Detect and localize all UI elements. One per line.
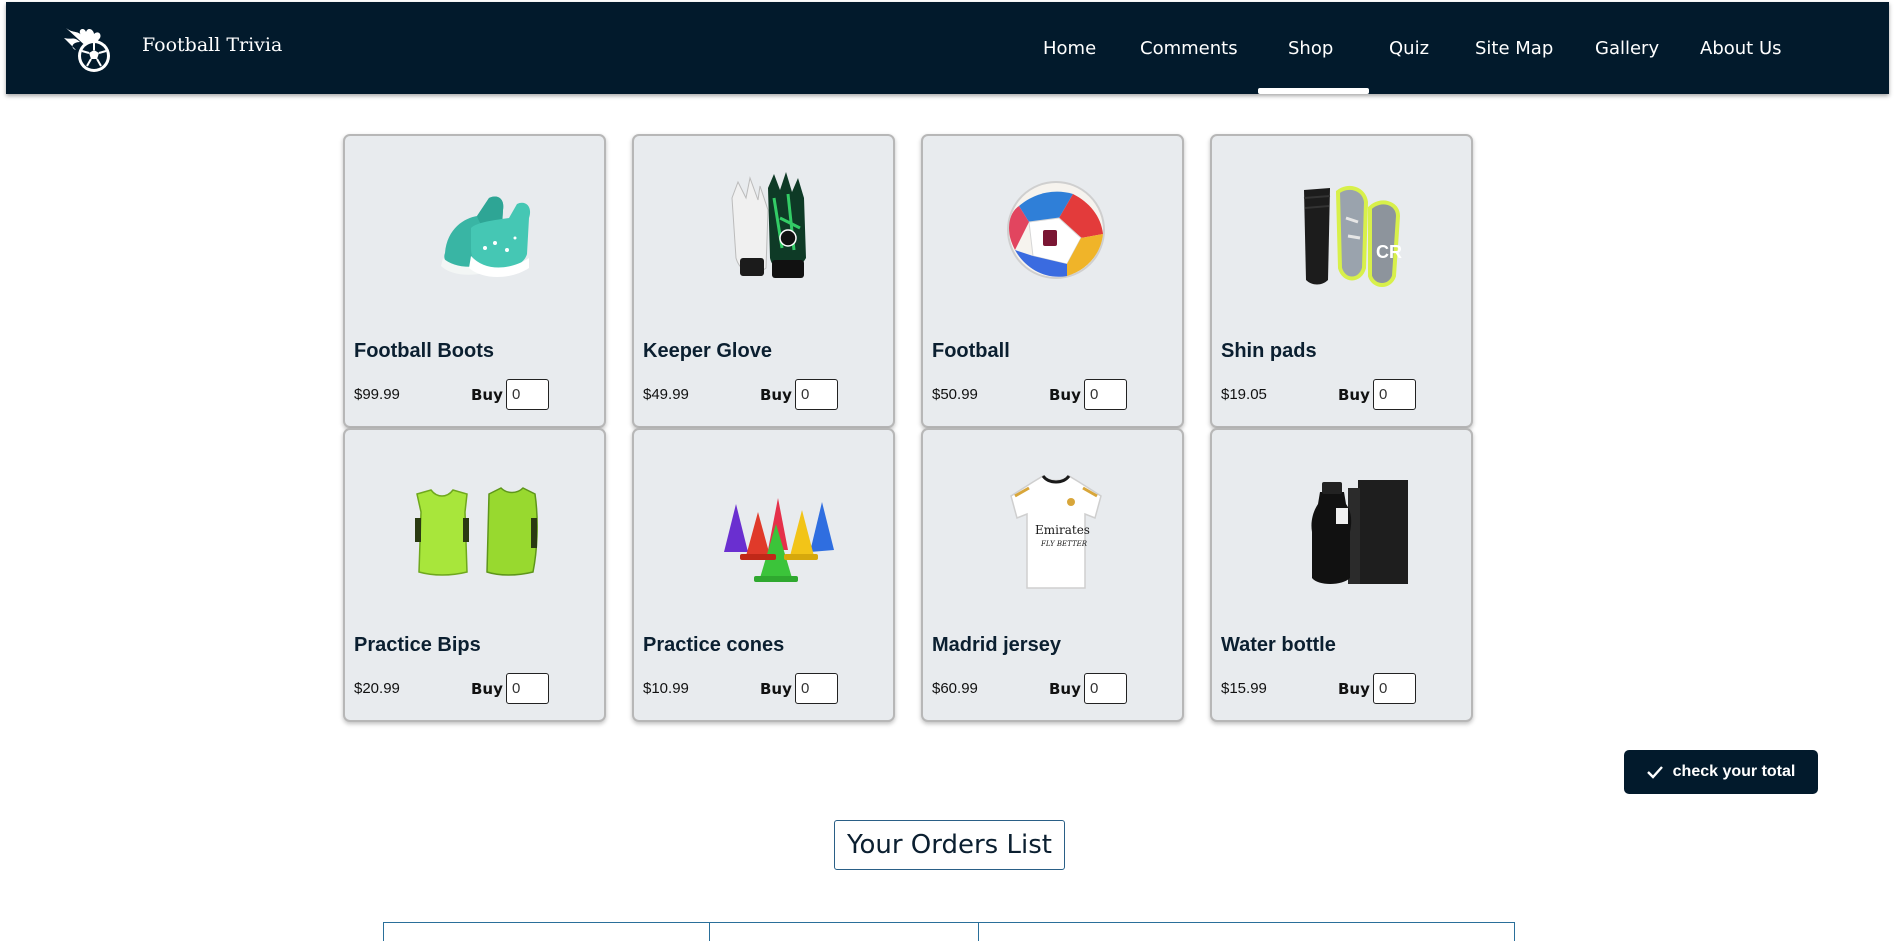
checkmark-icon [1646, 766, 1663, 779]
svg-text:CR: CR [1376, 242, 1402, 262]
product-card-madrid-jersey: Emirates FLY BETTER Madrid jersey $60.99… [921, 428, 1184, 722]
active-nav-indicator [1258, 88, 1369, 94]
quantity-input[interactable] [1373, 379, 1416, 410]
product-price: $49.99 [643, 386, 689, 403]
orders-list-title: Your Orders List [834, 820, 1065, 870]
buy-label: Buy [1049, 680, 1081, 698]
football-boots-image [441, 196, 531, 277]
product-name: Water bottle [1221, 634, 1336, 656]
product-price: $10.99 [643, 680, 689, 697]
nav-site-map[interactable]: Site Map [1475, 38, 1553, 59]
orders-table-column [979, 923, 1514, 941]
nav-home[interactable]: Home [1043, 38, 1096, 59]
quantity-input[interactable] [506, 673, 549, 704]
keeper-glove-image [731, 172, 806, 278]
product-name: Practice cones [643, 634, 785, 656]
product-card-keeper-glove: Keeper Glove $49.99 Buy [632, 134, 895, 428]
buy-label: Buy [471, 386, 503, 404]
product-card-football-boots: Football Boots $99.99 Buy [343, 134, 606, 428]
product-card-practice-cones: Practice cones $10.99 Buy [632, 428, 895, 722]
water-bottle-image [1311, 480, 1408, 584]
quantity-input[interactable] [795, 379, 838, 410]
svg-text:FLY BETTER: FLY BETTER [1040, 540, 1088, 548]
product-name: Keeper Glove [643, 340, 772, 362]
check-total-label: check your total [1672, 763, 1796, 780]
nav-about-us[interactable]: About Us [1700, 38, 1782, 59]
orders-table-column [384, 923, 710, 941]
quantity-input[interactable] [795, 673, 838, 704]
product-price: $50.99 [932, 386, 978, 403]
buy-label: Buy [471, 680, 503, 698]
top-navbar: Football Trivia Home Comments Shop Quiz … [6, 2, 1889, 94]
product-price: $19.05 [1221, 386, 1267, 403]
buy-label: Buy [760, 386, 792, 404]
product-name: Shin pads [1221, 340, 1317, 362]
practice-bibs-image [415, 487, 538, 576]
product-card-water-bottle: Water bottle $15.99 Buy [1210, 428, 1473, 722]
orders-table-column [710, 923, 979, 941]
football-image [1007, 181, 1105, 279]
buy-label: Buy [1049, 386, 1081, 404]
product-card-football: Football $50.99 Buy [921, 134, 1184, 428]
quantity-input[interactable] [1084, 673, 1127, 704]
buy-label: Buy [1338, 386, 1370, 404]
nav-quiz[interactable]: Quiz [1389, 38, 1429, 59]
product-price: $15.99 [1221, 680, 1267, 697]
product-name: Football [932, 340, 1010, 362]
quantity-input[interactable] [1373, 673, 1416, 704]
quantity-input[interactable] [506, 379, 549, 410]
product-price: $60.99 [932, 680, 978, 697]
madrid-jersey-image: Emirates FLY BETTER [1010, 474, 1102, 589]
orders-table [383, 922, 1515, 941]
nav-comments[interactable]: Comments [1140, 38, 1238, 59]
product-name: Football Boots [354, 340, 494, 362]
nav-gallery[interactable]: Gallery [1595, 38, 1659, 59]
product-card-shin-pads: CR Shin pads $19.05 Buy [1210, 134, 1473, 428]
site-brand[interactable]: Football Trivia [142, 34, 282, 56]
nav-shop[interactable]: Shop [1288, 38, 1333, 59]
quantity-input[interactable] [1084, 379, 1127, 410]
product-card-practice-bibs: Practice Bips $20.99 Buy [343, 428, 606, 722]
buy-label: Buy [1338, 680, 1370, 698]
product-name: Madrid jersey [932, 634, 1061, 656]
svg-text:Emirates: Emirates [1035, 523, 1090, 537]
practice-cones-image [724, 498, 834, 582]
shin-pads-image: CR [1303, 185, 1402, 287]
flaming-ball-logo-icon[interactable] [60, 20, 116, 76]
check-total-button[interactable]: check your total [1624, 750, 1818, 794]
product-price: $99.99 [354, 386, 400, 403]
buy-label: Buy [760, 680, 792, 698]
product-name: Practice Bips [354, 634, 481, 656]
product-price: $20.99 [354, 680, 400, 697]
